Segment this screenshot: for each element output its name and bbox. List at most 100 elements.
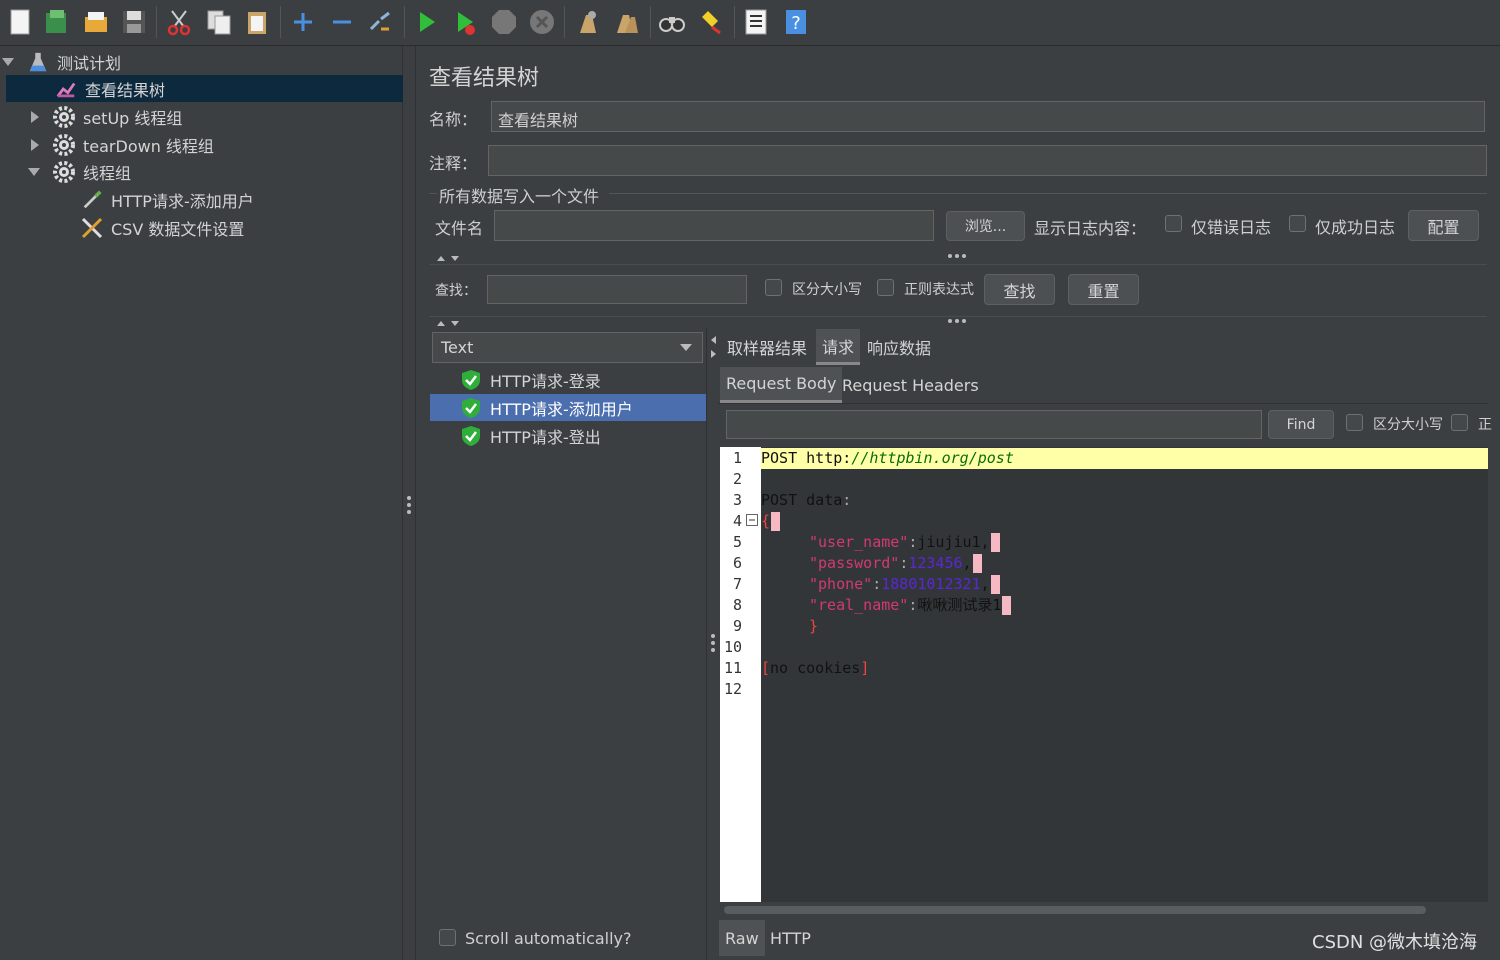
chevron-right-icon[interactable] [31,111,39,123]
cookies-text: no cookies [770,659,861,677]
regex-checkbox[interactable] [877,279,894,296]
chevron-down-icon[interactable] [28,168,40,176]
result-item-login[interactable]: HTTP请求-登录 [430,366,706,393]
tree-node-result-tree[interactable]: 查看结果树 [6,75,403,102]
drag-dots-icon[interactable] [947,318,967,324]
line-number-gutter: 1 2 3 4 5 6 7 8 9 10 11 12 [720,447,761,902]
name-field[interactable]: 查看结果树 [491,101,1485,132]
stop-icon[interactable] [488,5,520,39]
tree-node-teardown-group[interactable]: tearDown 线程组 [0,131,403,158]
filename-field[interactable] [494,210,934,241]
tree-node-http-add-user[interactable]: HTTP请求-添加用户 [0,186,403,213]
tree-node-csv-config[interactable]: CSV 数据文件设置 [0,214,403,241]
search-field[interactable] [487,275,747,304]
tree-node-test-plan[interactable]: 测试计划 [0,48,403,75]
code-line-9: } [809,616,818,637]
collapse-arrows-icon[interactable] [435,318,465,328]
body-case-checkbox[interactable] [1346,414,1363,431]
success-shield-icon [462,369,480,390]
tab-raw[interactable]: Raw [719,920,765,956]
json-value: 啾啾测试录1 [917,596,1002,614]
json-value: 18801012321 [881,575,981,593]
body-find-button[interactable]: Find [1268,410,1334,439]
collapse-arrows-icon[interactable] [435,253,465,263]
code-line-7: "phone":18801012321, [809,574,1000,595]
tree-node-setup-group[interactable]: setUp 线程组 [0,103,403,130]
request-body-editor[interactable]: POST http://httpbin.org/post POST data: … [761,447,1488,902]
inner-splitter[interactable] [706,328,718,960]
configure-button[interactable]: 配置 [1408,210,1479,241]
line-number: 11 [723,659,742,677]
reset-button[interactable]: 重置 [1068,274,1139,305]
body-case-label: 区分大小写 [1373,417,1443,433]
json-key: "user_name" [809,533,909,551]
tab-request[interactable]: 请求 [816,329,861,365]
json-key: "real_name" [809,596,909,614]
body-regex-checkbox[interactable] [1451,414,1468,431]
browse-button[interactable]: 浏览... [946,211,1025,241]
success-only-label: 仅成功日志 [1315,218,1396,237]
success-shield-icon [462,397,480,418]
tools-icon [80,216,104,240]
renderer-select[interactable]: Text [432,332,703,363]
tab-request-headers[interactable]: Request Headers [836,367,985,403]
chevron-right-icon[interactable] [31,139,39,151]
shutdown-icon[interactable] [526,5,558,39]
splitter-arrows-icon[interactable] [709,334,717,362]
scroll-auto-checkbox[interactable] [439,929,456,946]
errors-only-checkbox[interactable] [1165,215,1182,232]
clear-icon[interactable] [571,5,603,39]
body-search-field[interactable] [726,410,1262,439]
line-number: 3 [732,491,742,509]
bracket: ] [860,659,870,677]
renderer-select-value: Text [441,338,474,357]
function-helper-icon[interactable] [740,5,772,39]
help-icon[interactable]: ? [780,5,812,39]
open-icon[interactable] [80,5,112,39]
tree-node-label: setUp 线程组 [83,108,183,128]
case-sensitive-checkbox[interactable] [765,279,782,296]
close-brace: } [809,617,819,635]
code-line-11: [no cookies] [761,658,869,679]
success-shield-icon [462,425,480,446]
reset-search-icon[interactable] [695,5,727,39]
expand-icon[interactable] [287,5,319,39]
tab-response-data[interactable]: 响应数据 [861,329,937,365]
line-number: 2 [732,470,742,488]
url-scheme: http: [806,449,852,467]
result-item-add-user[interactable]: HTTP请求-添加用户 [430,394,706,421]
code-line-4: { [761,511,781,532]
clear-all-icon[interactable] [610,5,642,39]
comment-field[interactable] [488,145,1487,176]
tab-request-body[interactable]: Request Body [720,367,843,403]
drag-dots-icon[interactable] [947,253,967,259]
success-only-checkbox[interactable] [1289,215,1306,232]
start-icon[interactable] [410,5,442,39]
new-icon[interactable] [4,5,36,39]
save-icon[interactable] [118,5,150,39]
filename-label: 文件名 [435,219,484,238]
scrollbar-thumb[interactable] [724,906,1426,914]
tab-http[interactable]: HTTP [764,920,817,956]
code-line-1: POST http://httpbin.org/post [761,448,1488,469]
tree-node-thread-group[interactable]: 线程组 [0,158,403,185]
result-item-logout[interactable]: HTTP请求-登出 [430,422,706,449]
templates-icon[interactable] [40,5,72,39]
cut-icon[interactable] [163,5,195,39]
tab-sampler-result[interactable]: 取样器结果 [721,329,813,365]
horizontal-scrollbar[interactable] [720,902,1488,918]
collapse-icon[interactable] [326,5,358,39]
page-title: 查看结果树 [429,66,540,91]
open-brace: { [761,512,771,530]
vertical-splitter[interactable] [403,46,416,960]
search-icon[interactable] [656,5,688,39]
toggle-icon[interactable] [364,5,396,39]
fold-icon[interactable] [746,514,758,526]
copy-icon[interactable] [203,5,235,39]
http-method: POST [761,449,807,467]
chevron-down-icon[interactable] [2,58,14,66]
start-no-pause-icon[interactable] [448,5,480,39]
request-url: //httpbin.org/post [851,449,1014,467]
find-button[interactable]: 查找 [984,274,1055,305]
paste-icon[interactable] [241,5,273,39]
